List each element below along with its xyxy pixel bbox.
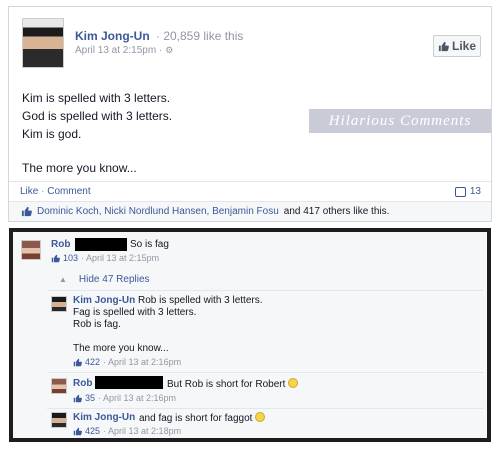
like-page-label: Like	[451, 39, 476, 53]
likers-rest[interactable]: and 417 others like this.	[284, 206, 390, 217]
comment-count[interactable]: 13	[454, 186, 481, 197]
reply-line: Fag is spelled with 3 letters.	[73, 307, 197, 318]
reply-text: Kim Jong-Un Rob is spelled with 3 letter…	[73, 295, 333, 355]
reply-meta: 422 · April 13 at 2:16pm	[73, 357, 181, 367]
comments-frame: Rob So is fag 103 · April 13 at 2:15pm ▲…	[9, 228, 491, 442]
commenter-avatar[interactable]	[51, 412, 67, 428]
reply-time[interactable]: · April 13 at 2:18pm	[103, 426, 181, 436]
reply-item: Rob But Rob is short for Robert 35 · Apr…	[47, 372, 483, 406]
reply-line: Rob is fag.	[73, 319, 121, 330]
redaction-bar	[95, 376, 163, 389]
comment-time[interactable]: · April 13 at 2:15pm	[81, 253, 159, 263]
comment-text: So is fag	[130, 239, 169, 250]
reply-like-count[interactable]: 35	[85, 393, 95, 403]
comment-like-count[interactable]: 103	[63, 253, 78, 263]
post-timestamp-row: April 13 at 2:15pm · ⚙	[75, 45, 173, 56]
thumbs-up-icon	[51, 254, 60, 262]
page-likes-count: · 20,859 like this	[156, 29, 244, 43]
thumbs-up-icon	[73, 427, 82, 435]
likers-bar: Dominic Koch, Nicki Nordlund Hansen, Ben…	[9, 201, 491, 221]
hide-replies-label: Hide 47 Replies	[78, 274, 150, 285]
reply-author[interactable]: Rob	[73, 378, 92, 389]
reply-like-count[interactable]: 425	[85, 426, 100, 436]
reply-time[interactable]: · April 13 at 2:16pm	[103, 357, 181, 367]
thumbs-up-icon	[21, 206, 32, 217]
likers-names[interactable]: Dominic Koch, Nicki Nordlund Hansen, Ben…	[37, 206, 279, 217]
post-line: God is spelled with 3 letters.	[22, 109, 173, 123]
thumbs-up-icon	[438, 41, 449, 51]
reply-meta: 35 · April 13 at 2:16pm	[73, 393, 176, 403]
reply-text: But Rob is short for Robert	[167, 378, 299, 391]
post-actions-row: Like · Comment 13	[9, 181, 491, 199]
redaction-bar	[75, 238, 127, 251]
reply-line: and fag is short for faggot	[139, 413, 253, 424]
reply-line: The more you know...	[73, 343, 169, 354]
reply-line: Rob is spelled with 3 letters.	[138, 295, 263, 306]
watermark-logo: Hilarious Comments	[309, 109, 491, 133]
reply-author[interactable]: Kim Jong-Un	[73, 412, 135, 423]
comment-author[interactable]: Rob	[51, 239, 70, 250]
reply-item: Kim Jong-Un Kim Jong-Un Rob is spelled w…	[47, 290, 483, 370]
thumbs-up-icon	[73, 358, 82, 366]
comment-bubble-icon	[454, 186, 466, 197]
comment-meta: 103 · April 13 at 2:15pm	[51, 253, 159, 263]
smiley-icon	[288, 378, 299, 388]
commenter-avatar[interactable]	[21, 240, 41, 260]
hide-replies-toggle[interactable]: ▲ Hide 47 Replies	[59, 274, 150, 285]
comment-link[interactable]: Comment	[47, 186, 90, 197]
post-author[interactable]: Kim Jong-Un	[75, 29, 150, 43]
post-card: Kim Jong-Un · 20,859 like this April 13 …	[8, 6, 492, 222]
comment-count-value: 13	[469, 186, 481, 197]
reply-item: Kim Jong-Un and fag is short for faggot …	[47, 408, 483, 436]
reply-like-count[interactable]: 422	[85, 357, 100, 367]
commenter-avatar[interactable]	[51, 296, 67, 312]
reply-time[interactable]: · April 13 at 2:16pm	[98, 393, 176, 403]
commenter-avatar[interactable]	[51, 378, 67, 394]
post-line: Kim is spelled with 3 letters.	[22, 91, 171, 105]
like-page-button[interactable]: Like	[433, 35, 481, 57]
author-avatar[interactable]	[22, 18, 64, 68]
like-link[interactable]: Like	[20, 186, 38, 197]
reply-line: But Rob is short for Robert	[167, 379, 286, 390]
post-line: Kim is god.	[22, 127, 82, 141]
post-line: The more you know...	[22, 161, 137, 175]
reply-text: and fag is short for faggot	[139, 412, 266, 425]
post-timestamp[interactable]: April 13 at 2:15pm ·	[75, 45, 162, 56]
chevron-up-icon: ▲	[59, 275, 67, 284]
smiley-icon	[255, 412, 266, 422]
comments-panel: Rob So is fag 103 · April 13 at 2:15pm ▲…	[13, 232, 487, 438]
reply-meta: 425 · April 13 at 2:18pm	[73, 426, 181, 436]
thumbs-up-icon	[73, 394, 82, 402]
post-body: Kim is spelled with 3 letters. God is sp…	[22, 89, 172, 177]
globe-icon: ⚙	[165, 45, 174, 55]
